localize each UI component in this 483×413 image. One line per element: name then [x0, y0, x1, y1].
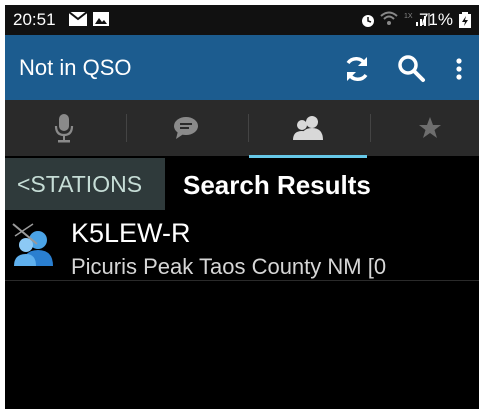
chat-icon: [174, 117, 198, 139]
overflow-menu-icon: [456, 58, 462, 80]
microphone-icon: [54, 114, 74, 143]
wifi-icon: [380, 11, 398, 25]
tab-favorites[interactable]: [371, 100, 479, 156]
refresh-icon: [346, 57, 368, 81]
station-link-icon: [12, 223, 53, 266]
station-description: Picuris Peak Taos County NM [0: [71, 254, 387, 279]
refresh-button[interactable]: [339, 51, 375, 87]
star-icon: [419, 117, 441, 138]
search-button[interactable]: [394, 51, 430, 87]
tab-chat[interactable]: [127, 100, 245, 156]
breadcrumb: <STATIONS Search Results: [5, 158, 479, 210]
tab-bar: [5, 100, 479, 156]
image-icon: [93, 12, 109, 26]
stations-icon: [293, 116, 323, 140]
overflow-menu-button[interactable]: [447, 51, 471, 87]
search-icon: [398, 55, 425, 82]
mail-icon: [69, 12, 87, 26]
status-time: 20:51: [13, 10, 56, 29]
page-title: Not in QSO: [19, 55, 132, 80]
battery-percent: 71%: [418, 10, 453, 29]
results-list: K5LEW-R Picuris Peak Taos County NM [0: [5, 210, 479, 281]
app-window: 20:51 1X 71% Not in QSO <STATIONS Search…: [5, 5, 479, 409]
tab-microphone[interactable]: [5, 100, 123, 156]
back-to-stations-button[interactable]: <STATIONS: [5, 158, 165, 210]
section-title: Search Results: [183, 170, 371, 200]
list-item[interactable]: K5LEW-R Picuris Peak Taos County NM [0: [5, 210, 479, 281]
station-callsign: K5LEW-R: [71, 218, 191, 248]
status-bar: 20:51 1X 71%: [5, 5, 479, 35]
tab-stations[interactable]: [249, 100, 367, 156]
alarm-icon: [362, 15, 374, 27]
svg-text:1X: 1X: [404, 13, 413, 20]
battery-icon: [459, 12, 471, 28]
action-bar: Not in QSO: [5, 35, 479, 100]
